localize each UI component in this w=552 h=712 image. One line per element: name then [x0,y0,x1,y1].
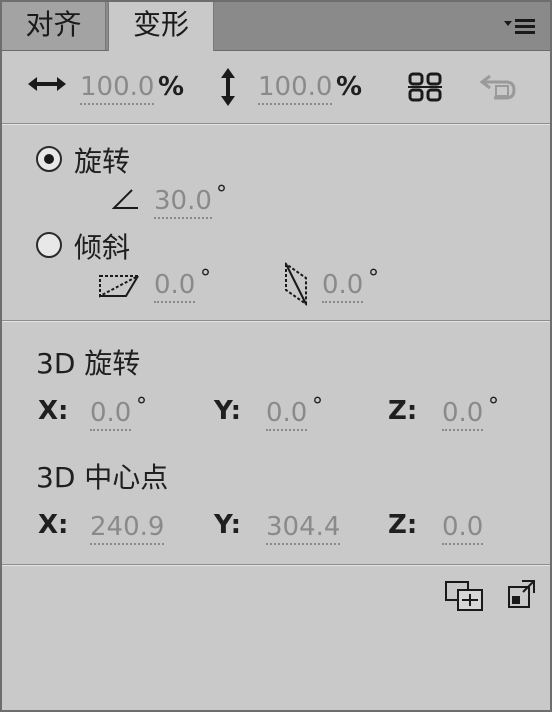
vertical-scale-icon [218,68,238,110]
skew-horizontal-icon [98,272,140,304]
separator [2,123,550,125]
rotation-3d-x-unit: ° [136,394,147,419]
skew-vertical-icon [282,260,310,310]
skew-vertical-unit: ° [368,266,379,291]
reset-icon[interactable] [479,68,518,108]
skew-horizontal-unit: ° [200,266,211,291]
center-3d-z-label: Z: [388,510,418,540]
center-3d-x-input[interactable]: 240.9 [90,512,165,545]
tab-bar: 对齐 变形 [2,2,550,51]
scale-width-unit: % [158,72,185,102]
rotate-label: 旋转 [74,145,131,178]
rotate-angle-input[interactable]: 30.0 [154,186,212,219]
center-3d-y-input[interactable]: 304.4 [266,512,341,545]
skew-label: 倾斜 [74,231,131,264]
scale-height-unit: % [336,72,363,102]
center-3d-z-input[interactable]: 0.0 [442,512,484,545]
center-3d-x-label: X: [38,510,69,540]
rotation-3d-x-label: X: [38,396,69,426]
rotation-3d-z-unit: ° [488,394,499,419]
duplicate-transform-icon[interactable] [444,580,484,616]
rotation-3d-z-label: Z: [388,396,418,426]
skew-radio[interactable] [36,232,62,258]
skew-vertical-input[interactable]: 0.0 [322,270,364,303]
rotation-3d-y-label: Y: [214,396,241,426]
center-3d-y-label: Y: [214,510,241,540]
rotate-angle-unit: ° [216,182,227,207]
remove-transform-icon[interactable] [506,578,538,614]
skew-horizontal-input[interactable]: 0.0 [154,270,196,303]
rotation-3d-title: 3D 旋转 [36,347,141,380]
constrain-link-icon[interactable] [406,70,444,108]
separator [2,564,550,566]
center-3d-title: 3D 中心点 [36,461,169,494]
tab-align[interactable]: 对齐 [2,2,106,50]
transform-panel: 对齐 变形 100.0 % 100.0 % 旋转 30.0 ° 倾斜 0.0 °… [0,0,552,712]
rotate-radio[interactable] [36,146,62,172]
panel-menu-icon[interactable] [502,12,542,40]
rotation-3d-z-input[interactable]: 0.0 [442,398,484,431]
scale-width-input[interactable]: 100.0 [80,72,155,105]
separator [2,320,550,322]
horizontal-scale-icon [28,74,66,98]
rotation-3d-y-input[interactable]: 0.0 [266,398,308,431]
rotation-3d-y-unit: ° [312,394,323,419]
scale-height-input[interactable]: 100.0 [258,72,333,105]
rotation-3d-x-input[interactable]: 0.0 [90,398,132,431]
angle-icon [111,186,140,214]
tab-transform[interactable]: 变形 [108,2,214,51]
